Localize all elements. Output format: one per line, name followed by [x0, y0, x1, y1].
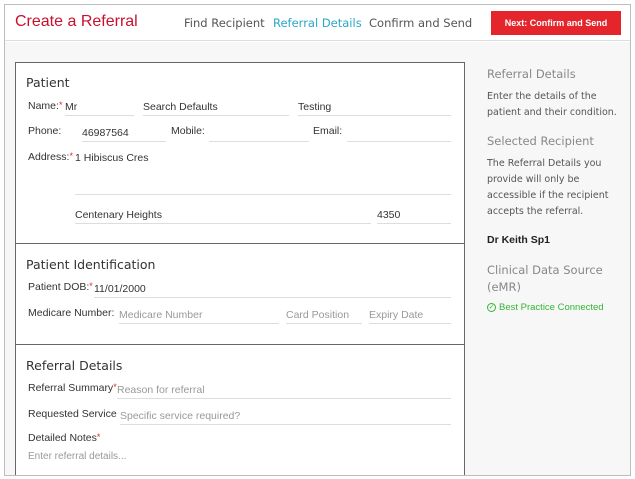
page-title: Create a Referral — [15, 13, 138, 30]
referral-details-section: Referral Details Referral Summary* Reaso… — [16, 345, 464, 475]
medicare-label: Medicare Number: — [28, 307, 115, 319]
tab-find-recipient[interactable]: Find Recipient — [184, 16, 265, 30]
section-title-referral: Referral Details — [26, 358, 123, 373]
section-title-patient: Patient — [26, 75, 70, 90]
card-position-field[interactable]: Card Position — [286, 306, 362, 324]
mobile-field[interactable] — [209, 124, 309, 142]
first-name-field[interactable]: Search Defaults — [143, 98, 289, 116]
address-line2-field[interactable] — [75, 175, 451, 195]
email-label: Email: — [313, 125, 343, 137]
sidebar: Referral Details Enter the details of th… — [477, 42, 630, 475]
dob-label: Patient DOB:* — [28, 281, 93, 293]
requested-service-field[interactable]: Specific service required? — [120, 407, 451, 425]
identification-section: Patient Identification Patient DOB:* 11/… — [16, 244, 464, 345]
referral-form: Patient Name:* Mr Search Defaults Testin… — [15, 62, 465, 475]
sidebar-recipient-heading: Selected Recipient — [487, 134, 594, 148]
sidebar-source-heading: Clinical Data Source (eMR) — [487, 263, 603, 294]
next-confirm-send-button[interactable]: Next: Confirm and Send — [491, 11, 621, 35]
dob-field[interactable]: 11/01/2000 — [94, 280, 451, 298]
header-bar: Create a Referral Find Recipient Referra… — [5, 5, 630, 41]
patient-section: Patient Name:* Mr Search Defaults Testin… — [16, 63, 464, 244]
detailed-notes-field[interactable]: Enter referral details... — [28, 448, 451, 472]
name-title-field[interactable]: Mr — [65, 98, 134, 116]
expiry-date-field[interactable]: Expiry Date — [369, 306, 451, 324]
service-label: Requested Service — [28, 408, 117, 420]
notes-label: Detailed Notes* — [28, 432, 101, 444]
suburb-field[interactable]: Centenary Heights — [75, 206, 371, 224]
phone-field[interactable]: 46987564 — [82, 124, 166, 142]
name-label: Name:* — [28, 100, 63, 112]
mobile-label: Mobile: — [171, 125, 205, 137]
tab-referral-details[interactable]: Referral Details — [273, 16, 362, 30]
email-field[interactable] — [347, 124, 451, 142]
sidebar-details-heading: Referral Details — [487, 67, 576, 81]
main-area: Patient Name:* Mr Search Defaults Testin… — [5, 42, 630, 475]
referral-summary-field[interactable]: Reason for referral — [117, 381, 451, 399]
connection-status-label: Best Practice Connected — [499, 302, 604, 313]
section-title-identification: Patient Identification — [26, 257, 156, 272]
check-circle-icon: ✓ — [487, 302, 496, 312]
postcode-field[interactable]: 4350 — [377, 206, 451, 224]
summary-label: Referral Summary* — [28, 382, 117, 394]
last-name-field[interactable]: Testing — [298, 98, 451, 116]
medicare-number-field[interactable]: Medicare Number — [119, 306, 279, 324]
address-line1-field[interactable]: 1 Hibiscus Cres — [75, 149, 451, 169]
sidebar-details-text: Enter the details of the patient and the… — [487, 91, 617, 118]
connection-status: ✓ Best Practice Connected — [487, 302, 604, 313]
app-window: Create a Referral Find Recipient Referra… — [4, 4, 631, 476]
address-label: Address:* — [28, 151, 73, 163]
phone-label: Phone: — [28, 125, 62, 137]
recipient-name: Dr Keith Sp1 — [487, 234, 551, 246]
tab-confirm-and-send[interactable]: Confirm and Send — [369, 16, 472, 30]
sidebar-recipient-text: The Referral Details you provide will on… — [487, 158, 609, 217]
